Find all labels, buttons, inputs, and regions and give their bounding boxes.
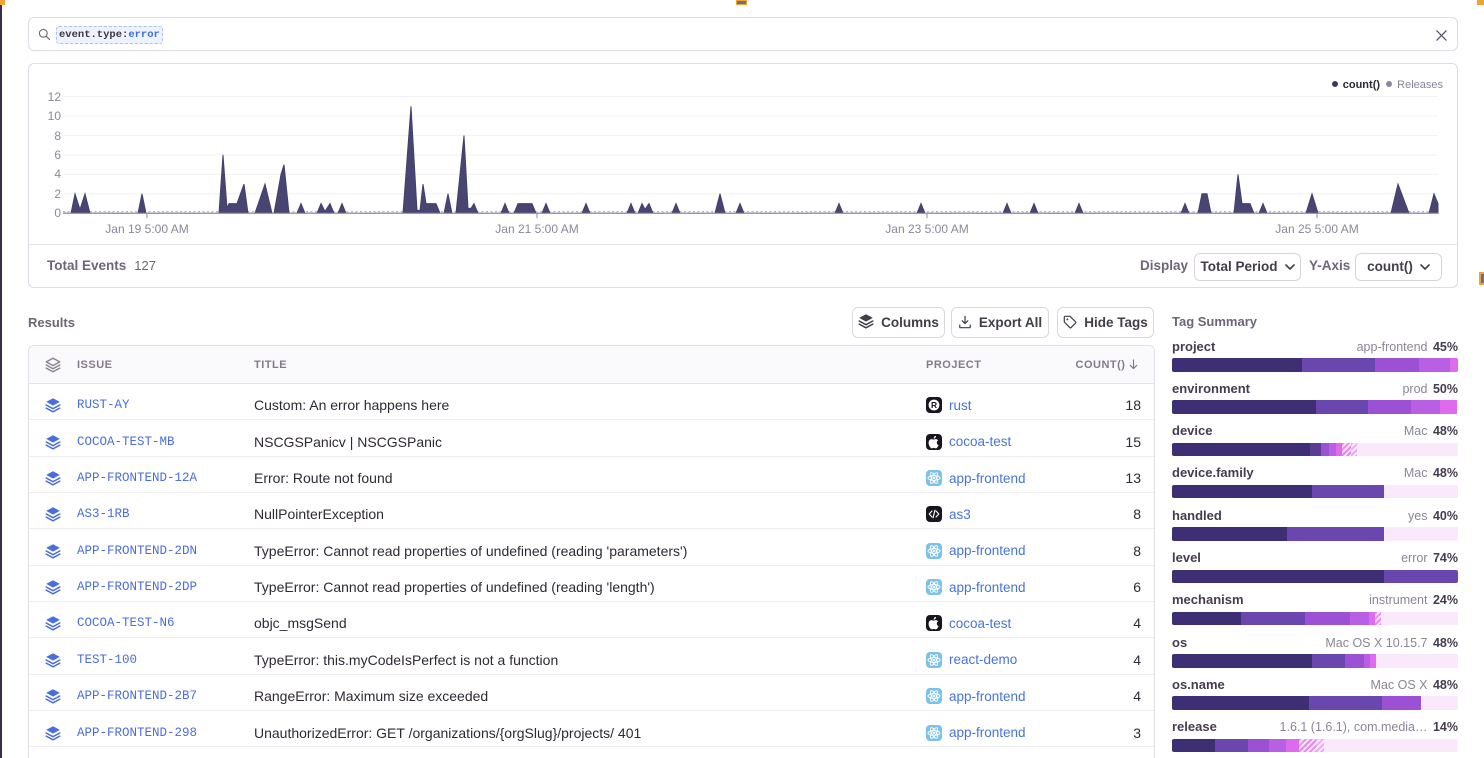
svg-text:R: R [931,401,937,411]
